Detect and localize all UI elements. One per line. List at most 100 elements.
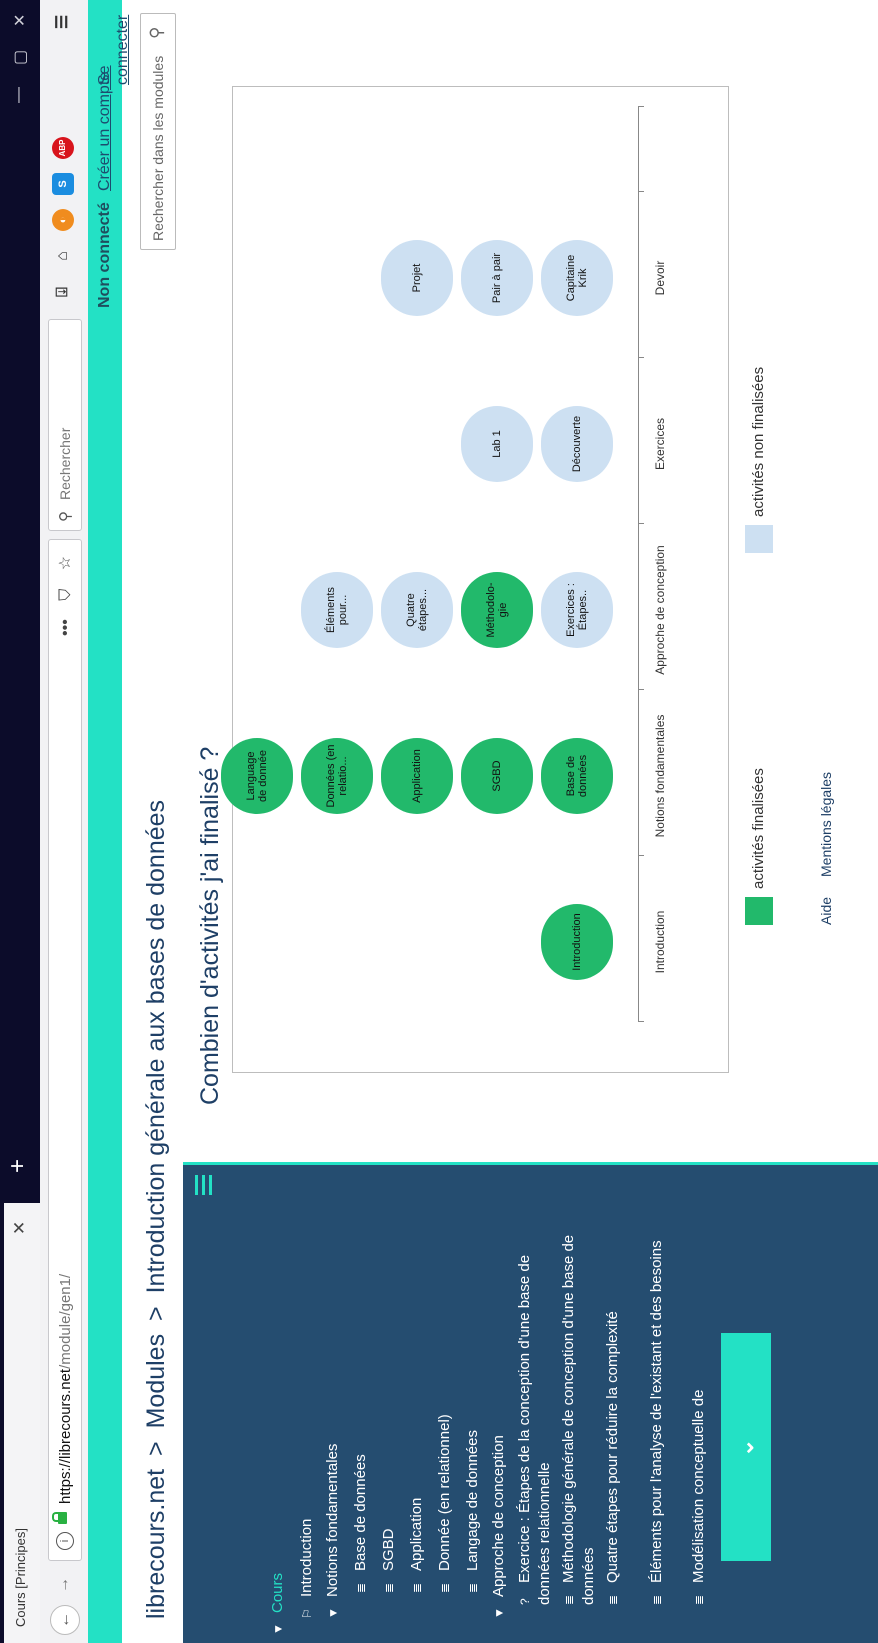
sidebar-item[interactable]: ⚐ Introduction (297, 1203, 317, 1619)
sidebar-item[interactable]: ≣ Langage de données (463, 1203, 483, 1593)
library-icon[interactable]: ⍗ (52, 281, 74, 303)
sidebar-item[interactable]: ▼ Notions fondamentales (323, 1203, 343, 1619)
activity-label: Introduction (571, 913, 583, 971)
list-icon: ≣ (410, 1582, 424, 1593)
sidebar-item[interactable]: ≣Méthodologie générale de conception d'u… (559, 1203, 599, 1605)
s-extension-icon[interactable]: S (52, 173, 74, 195)
activity-bubble[interactable]: Découverte (541, 406, 613, 482)
chevron-down-icon: ▼ (271, 1623, 285, 1635)
create-account-link[interactable]: Créer un compte (96, 72, 114, 191)
activity-bubble[interactable]: Exercices : Étapes.. (541, 572, 613, 648)
pocket-icon[interactable]: ⛉ (57, 589, 74, 601)
chevron-icon: ▼ (326, 1607, 340, 1619)
browser-search-placeholder: Rechercher (57, 427, 73, 500)
activity-bubble[interactable]: Base de données (541, 738, 613, 814)
activity-bubble[interactable]: SGBD (461, 738, 533, 814)
activity-label: Exercices : Étapes.. (565, 583, 589, 637)
sidebar-item-label: Application (408, 1497, 425, 1571)
url-bar[interactable]: i https://librecours.net/module/gen1/ ••… (48, 539, 82, 1561)
module-search-placeholder: Rechercher dans les modules (150, 55, 166, 241)
legend-swatch-todo (745, 525, 773, 553)
more-icon[interactable]: ••• (57, 619, 74, 636)
activity-bubble[interactable]: Language de donnée (221, 738, 293, 814)
info-icon[interactable]: i (56, 1532, 74, 1550)
activity-bubble[interactable]: Lab 1 (461, 406, 533, 482)
activity-bubble[interactable]: Projet (381, 240, 453, 316)
maximize-icon[interactable]: ▢ (10, 50, 30, 65)
sidebar-item[interactable]: ≣ SGBD (379, 1203, 399, 1593)
sidebar-item[interactable]: ≣ Base de données (351, 1203, 371, 1593)
breadcrumb: librecours.net > Modules > Introduction … (142, 794, 171, 1619)
login-status: Non connecté (96, 202, 113, 308)
footer-help-link[interactable]: Aide (818, 897, 834, 925)
sidebar-item-label: Cours (269, 1572, 286, 1613)
footer-legal-link[interactable]: Mentions légales (818, 772, 834, 877)
sidebar-item-label: Langage de données (464, 1430, 481, 1571)
breadcrumb-current: Introduction générale aux bases de donné… (142, 799, 170, 1294)
axis-tick (638, 357, 644, 358)
sidebar-item[interactable]: ≣ Modélisation conceptuelle de (689, 1203, 709, 1605)
legend-todo: activités non finalisées (745, 367, 773, 553)
sidebar-item[interactable]: ≣ Application (407, 1203, 427, 1593)
minimize-icon[interactable]: — (10, 87, 28, 103)
close-tab-icon[interactable]: ✕ (10, 1221, 30, 1235)
list-icon: ≣ (466, 1582, 480, 1593)
sidebar-item-cours[interactable]: ▼ Cours (269, 1573, 286, 1635)
sidebar-item[interactable]: ≣ Quatre étapes pour réduire la complexit… (603, 1203, 623, 1605)
back-icon[interactable]: ← (50, 1605, 80, 1635)
browser-search-box[interactable]: ⚲ Rechercher (48, 319, 82, 531)
url-text[interactable]: https://librecours.net/module/gen1/ (57, 1274, 74, 1504)
activity-label: Découverte (571, 415, 583, 473)
sidebar-item[interactable]: ?Exercice : Étapes de la conception d'un… (515, 1203, 555, 1605)
sidebar-scroll-down-button[interactable]: ⌄ (721, 1333, 771, 1561)
list-icon: ≣ (354, 1582, 368, 1593)
sidebar-item[interactable]: ≣ Éléments pour l'analyse de l'existant e… (647, 1203, 667, 1605)
home-icon[interactable]: ⌂ (52, 245, 74, 267)
sidebar-item-label: Base de données (352, 1454, 369, 1571)
activity-bubble[interactable]: Application (381, 738, 453, 814)
sidebar-item[interactable]: ≣ Donnée (en relationnel) (435, 1203, 455, 1593)
login-link[interactable]: Se connecter (96, 0, 132, 85)
extension-icon[interactable]: ◐ (52, 209, 74, 231)
chart-axis (638, 107, 639, 1022)
activity-bubble[interactable]: Données (en relatio... (301, 738, 373, 814)
forward-icon[interactable]: → (50, 1571, 78, 1599)
adblock-icon[interactable]: ABP (52, 137, 74, 159)
page-actions: ••• ⛉ ☆ (55, 556, 75, 650)
browser-tab[interactable]: Cours [Principes] ✕ (4, 1203, 40, 1643)
axis-tick (638, 106, 644, 107)
sidebar-item-label: SGBD (380, 1528, 397, 1571)
activity-label: Application (411, 749, 423, 803)
sidebar-item[interactable]: ▼ Approche de conception (489, 1203, 509, 1619)
window-close-icon[interactable]: ✕ (10, 14, 30, 27)
search-icon: ⚲ (57, 511, 74, 522)
activity-label: Lab 1 (491, 430, 503, 458)
activity-label: Éléments pour... (325, 587, 349, 633)
activity-bubble[interactable]: Introduction (541, 904, 613, 980)
course-sidebar: ▼ Cours ⚐ Introduction ▼ Notions fondamental… (183, 1162, 878, 1643)
module-search-input[interactable]: Rechercher dans les modules ⚲ (140, 13, 176, 250)
activity-bubble[interactable]: Capitaine Krik (541, 240, 613, 316)
column-label: Approche de conception (653, 545, 667, 675)
navigation-bar: ← → i https://librecours.net/module/gen1… (40, 0, 89, 1643)
activity-label: Projet (411, 263, 423, 293)
breadcrumb-modules[interactable]: Modules (142, 1334, 170, 1429)
axis-tick (638, 855, 644, 856)
bookmark-star-icon[interactable]: ☆ (57, 556, 74, 570)
activity-bubble[interactable]: Méthodolo-gie (461, 572, 533, 648)
activity-bubble[interactable]: Quatre étapes... (381, 572, 453, 648)
new-tab-icon[interactable]: + (4, 1159, 31, 1173)
breadcrumb-separator: > (142, 1306, 170, 1321)
breadcrumb-site[interactable]: librecours.net (142, 1469, 170, 1619)
activity-bubble[interactable]: Éléments pour... (301, 572, 373, 648)
list-icon: ≣ (650, 1594, 664, 1605)
activity-label: Pair à pair (491, 252, 503, 304)
sidebar-item-label: Méthodologie générale de conception d'un… (560, 1234, 597, 1605)
menu-icon[interactable]: ☰ (52, 11, 74, 33)
activity-bubble[interactable]: Pair à pair (461, 240, 533, 316)
tab-bar: Cours [Principes] ✕ + — ▢ ✕ (0, 0, 40, 1643)
search-icon[interactable]: ⚲ (147, 27, 167, 39)
sidebar-toggle-icon[interactable] (195, 1175, 213, 1195)
question-icon: ? (518, 1598, 532, 1605)
flag-icon: ⚐ (300, 1608, 314, 1619)
